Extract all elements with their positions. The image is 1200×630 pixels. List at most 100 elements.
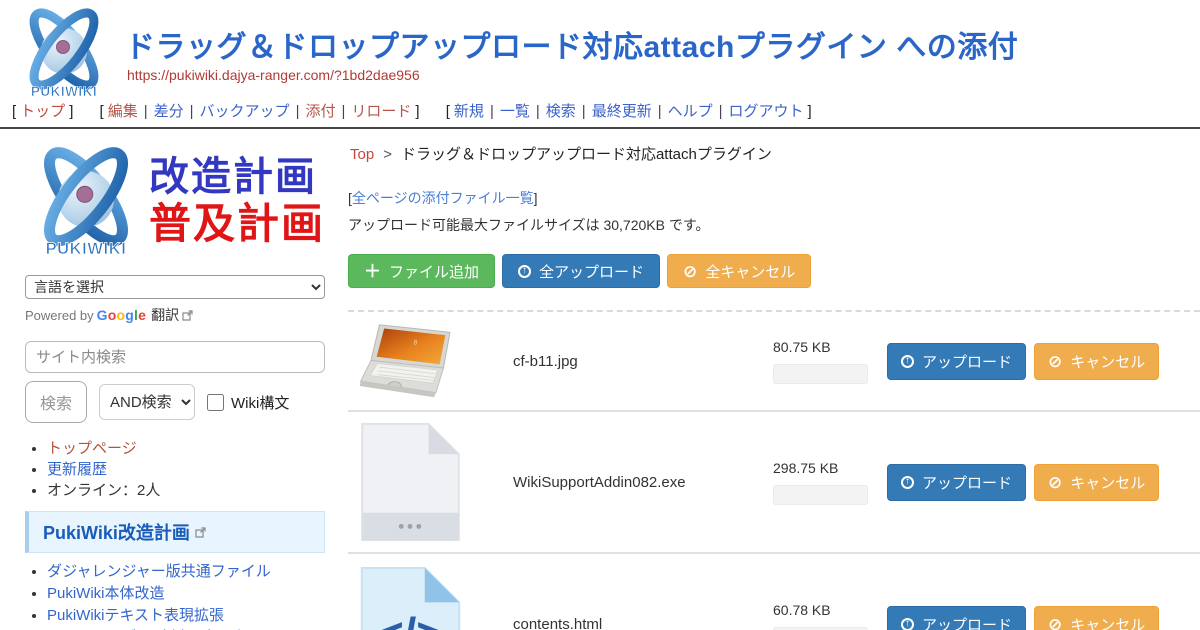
list-item: オンライン：2人 [47, 481, 325, 501]
nav-item-help[interactable]: ヘルプ [668, 103, 713, 120]
pukiwiki-logo[interactable]: PUKIWIKI [14, 5, 114, 105]
nav-item-top[interactable]: トップ [20, 103, 65, 120]
ban-icon: ⊘ [1048, 353, 1062, 370]
nav-item-list[interactable]: 一覧 [500, 103, 530, 120]
add-files-button[interactable]: ＋ ファイル追加 [348, 254, 495, 288]
wiki-syntax-label: Wiki構文 [231, 392, 289, 413]
search-input[interactable] [25, 341, 325, 373]
upload-all-button[interactable]: ↑ 全アップロード [502, 254, 660, 288]
file-size: 80.75 KB [773, 339, 887, 355]
nav-item-attach[interactable]: 添付 [305, 103, 335, 120]
file-name: WikiSupportAddin082.exe [513, 474, 686, 491]
banner-line-fukyu: 普及計画 [149, 200, 325, 248]
file-size: 60.78 KB [773, 602, 887, 618]
list-item: トップページ [47, 439, 325, 459]
upload-button[interactable]: ↑ アップロード [887, 343, 1026, 380]
nav-group-global: [新規|一覧|検索|最終更新|ヘルプ|ログアウト] [442, 103, 816, 120]
table-row: </> contents.html 60.78 KB ↑ アップロード ⊘ キャ… [348, 554, 1200, 630]
sidebar-item-common-files[interactable]: ダジャレンジャー版共通ファイル [47, 563, 271, 580]
progress-bar [773, 485, 868, 505]
nav-item-recent[interactable]: 最終更新 [592, 103, 652, 120]
list-item: 更新履歴 [47, 460, 325, 480]
translate-link[interactable]: 翻訳 [151, 305, 179, 325]
html-file-icon: </> [358, 565, 463, 630]
upload-button[interactable]: ↑ アップロード [887, 464, 1026, 501]
upload-button[interactable]: ↑ アップロード [887, 606, 1026, 630]
plus-icon: ＋ [364, 263, 381, 280]
online-counter: オンライン：2人 [47, 482, 160, 499]
sidebar: PUKIWIKI 改造計画 普及計画 言語を選択 Powered by Goog… [0, 129, 345, 630]
nav-item-search[interactable]: 検索 [546, 103, 576, 120]
sidebar-item-text-ext[interactable]: PukiWikiテキスト表現拡張 [47, 607, 224, 624]
site-promo-box: PukiWiki改造計画 [25, 511, 325, 553]
generic-file-icon [358, 421, 463, 543]
file-name: contents.html [513, 616, 602, 630]
site-banner-text: 改造計画 普及計画 [149, 154, 325, 248]
upload-icon: ↑ [901, 476, 914, 489]
logo-wordmark: PUKIWIKI [31, 84, 97, 99]
wiki-syntax-option: Wiki構文 [207, 392, 289, 413]
upload-toolbar: ＋ ファイル追加 ↑ 全アップロード ⊘ 全キャンセル [348, 254, 1200, 288]
pukiwiki-kaizo-link[interactable]: PukiWiki改造計画 [43, 519, 190, 545]
progress-bar [773, 627, 868, 630]
ban-icon: ⊘ [1048, 474, 1062, 491]
nav-group-top: [トップ] [8, 103, 77, 120]
logo-wordmark: PUKIWIKI [46, 240, 127, 258]
upload-icon: ↑ [518, 265, 531, 278]
google-logo: Google [97, 307, 146, 323]
language-select[interactable]: 言語を選択 [25, 275, 325, 299]
list-item: ダジャレンジャー版共通ファイル [47, 561, 325, 582]
external-link-icon [195, 527, 206, 538]
sidebar-site-logo[interactable]: PUKIWIKI 改造計画 普及計画 [25, 143, 325, 259]
nav-item-edit[interactable]: 編集 [108, 103, 138, 120]
sidebar-item-history[interactable]: 更新履歴 [47, 461, 107, 478]
ban-icon: ⊘ [683, 263, 697, 280]
cancel-all-button[interactable]: ⊘ 全キャンセル [667, 254, 811, 288]
external-link-icon [182, 310, 193, 321]
sidebar-item-toppage[interactable]: トップページ [47, 440, 137, 457]
sidebar-quick-links: トップページ 更新履歴 オンライン：2人 [47, 439, 325, 501]
search-controls: 検索 AND検索 Wiki構文 [25, 381, 325, 423]
banner-line-kaizo: 改造計画 [149, 154, 325, 200]
page-url-link[interactable]: https://pukiwiki.dajya-ranger.com/?1bd2d… [127, 67, 420, 83]
google-translate-credit: Powered by Google 翻訳 [25, 305, 325, 325]
file-size: 298.75 KB [773, 460, 887, 476]
nav-item-new[interactable]: 新規 [454, 103, 484, 120]
nav-item-reload[interactable]: リロード [351, 103, 411, 120]
laptop-photo-thumbnail: 8 [358, 321, 463, 401]
atom-logo-icon: PUKIWIKI [14, 5, 114, 100]
nav-group-page: [編集|差分|バックアップ|添付|リロード] [96, 103, 424, 120]
nav-item-logout[interactable]: ログアウト [729, 103, 804, 120]
breadcrumb: Top>ドラッグ＆ドロップアップロード対応attachプラグイン [350, 143, 1200, 164]
list-item: PukiWiki本体改造 [47, 583, 325, 604]
atom-logo-icon: PUKIWIKI [25, 143, 147, 259]
cancel-button[interactable]: ⊘ キャンセル [1034, 464, 1159, 501]
cancel-button[interactable]: ⊘ キャンセル [1034, 606, 1159, 630]
upload-file-list: 8 cf-b11.jpg 80.75 KB ↑ [348, 310, 1200, 630]
upload-icon: ↑ [901, 618, 914, 630]
table-row: 8 cf-b11.jpg 80.75 KB ↑ [348, 312, 1200, 412]
all-pages-attach-link[interactable]: 全ページの添付ファイル一覧 [352, 190, 534, 206]
wiki-syntax-checkbox[interactable] [207, 394, 224, 411]
search-button[interactable]: 検索 [25, 381, 87, 423]
nav-item-diff[interactable]: 差分 [154, 103, 184, 120]
top-navigation: [トップ] [編集|差分|バックアップ|添付|リロード] [新規|一覧|検索|最… [0, 97, 1200, 127]
search-mode-select[interactable]: AND検索 [99, 384, 195, 420]
nav-item-backup[interactable]: バックアップ [200, 103, 290, 120]
main-content: Top>ドラッグ＆ドロップアップロード対応attachプラグイン [全ページの添… [345, 129, 1200, 630]
breadcrumb-current-page: ドラッグ＆ドロップアップロード対応attachプラグイン [401, 146, 772, 163]
sidebar-item-core-mod[interactable]: PukiWiki本体改造 [47, 585, 165, 602]
file-name: cf-b11.jpg [513, 353, 578, 370]
max-upload-size-note: アップロード可能最大ファイルサイズは 30,720KB です。 [348, 215, 1200, 235]
page-header: PUKIWIKI ドラッグ＆ドロップアップロード対応attachプラグイン への… [0, 0, 1200, 97]
ban-icon: ⊘ [1048, 616, 1062, 630]
cancel-button[interactable]: ⊘ キャンセル [1034, 343, 1159, 380]
upload-icon: ↑ [901, 355, 914, 368]
sidebar-menu-links: ダジャレンジャー版共通ファイル PukiWiki本体改造 PukiWikiテキス… [47, 561, 325, 630]
progress-bar [773, 364, 868, 384]
attach-list-link-row: [全ページの添付ファイル一覧] [348, 188, 1200, 208]
table-row: WikiSupportAddin082.exe 298.75 KB ↑ アップロ… [348, 412, 1200, 554]
svg-text:</>: </> [377, 609, 442, 630]
breadcrumb-home-link[interactable]: Top [350, 146, 374, 163]
page-title: ドラッグ＆ドロップアップロード対応attachプラグイン への添付 [125, 22, 1018, 66]
